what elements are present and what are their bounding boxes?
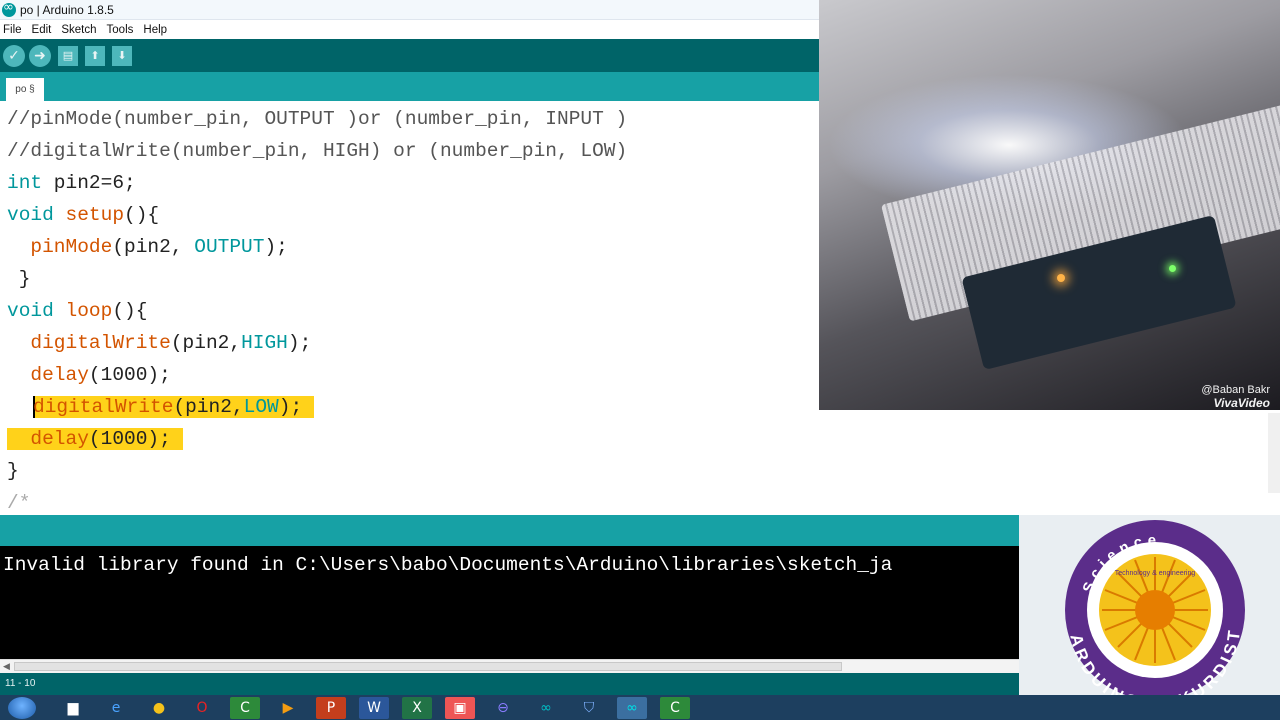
shield-icon[interactable]: ⛉ (574, 697, 604, 719)
editor-tab-strip: po § (0, 72, 820, 101)
editor-vertical-scrollbar[interactable] (1268, 413, 1280, 493)
watermark-app: VivaVideo (1213, 396, 1270, 410)
arrow-up-icon: ⬆ (90, 49, 100, 62)
code-line-9: delay(1000); (7, 360, 171, 390)
video-overlay: @Baban Bakr VivaVideo (819, 0, 1280, 410)
code-line-12: } (7, 460, 19, 482)
function-name: loop (65, 300, 113, 322)
code-text: (pin2, (112, 236, 195, 258)
file-icon: ▤ (62, 49, 74, 62)
check-icon: ✓ (8, 47, 20, 64)
arrow-right-icon: ➜ (34, 47, 46, 64)
cursor-position: 11 - 10 (5, 678, 36, 689)
function-name: digitalWrite (30, 332, 171, 354)
code-text: pin2=6; (42, 172, 136, 194)
code-text: (pin2, (173, 396, 244, 418)
scroll-left-icon[interactable]: ◀ (3, 661, 10, 672)
code-line-2: //digitalWrite(number_pin, HIGH) or (num… (7, 140, 628, 162)
code-text: (1000); (88, 428, 171, 450)
camtasia-recorder-icon[interactable]: C (660, 696, 690, 719)
internet-explorer-icon[interactable]: e (101, 697, 131, 719)
menu-file[interactable]: File (3, 24, 22, 36)
code-text: (){ (124, 204, 160, 226)
function-name: delay (30, 364, 89, 386)
function-name: pinMode (30, 236, 113, 258)
word-icon[interactable]: W (359, 696, 389, 719)
arrow-down-icon: ⬇ (117, 49, 127, 62)
code-text: (){ (112, 300, 148, 322)
window-titlebar: po | Arduino 1.8.5 (0, 0, 820, 20)
selection-highlight: delay(1000); (7, 428, 183, 450)
keyword: void (7, 204, 54, 226)
code-line-8: digitalWrite(pin2,HIGH); (7, 328, 311, 358)
keyword: int (7, 172, 43, 194)
open-sketch-button[interactable]: ⬆ (85, 45, 105, 66)
code-line-7: void loop(){ (7, 296, 147, 326)
led-green (1169, 265, 1176, 272)
console-output: Invalid library found in C:\Users\babo\D… (0, 546, 1019, 659)
code-line-13: /* (7, 492, 31, 514)
code-line-1: //pinMode(number_pin, OUTPUT )or (number… (7, 108, 628, 130)
console-header (0, 515, 1019, 546)
selection-highlight: digitalWrite(pin2,LOW); (33, 395, 314, 418)
media-player-icon[interactable]: ▶ (273, 697, 303, 719)
arduino-active-icon[interactable]: ∞ (617, 696, 647, 719)
code-text: ); (264, 236, 288, 258)
tab-po[interactable]: po § (6, 78, 44, 101)
window-title: po | Arduino 1.8.5 (20, 2, 114, 17)
logo-ring-text: Technology & engineering (1115, 570, 1196, 577)
eclipse-icon[interactable]: ⊖ (488, 697, 518, 719)
app-icon[interactable]: ▣ (445, 696, 475, 719)
console-message: Invalid library found in C:\Users\babo\D… (3, 554, 893, 576)
camtasia-icon[interactable]: C (230, 696, 260, 719)
code-line-10-selected: digitalWrite(pin2,LOW); (33, 392, 314, 422)
constant: LOW (243, 396, 279, 418)
arduino-in-kurdistan-logo: Science ARDUINO IN KURDISTAN Technology … (1035, 515, 1245, 695)
file-explorer-icon[interactable]: ▆ (58, 697, 88, 719)
excel-icon[interactable]: X (402, 696, 432, 719)
code-line-4: void setup(){ (7, 200, 159, 230)
menu-tools[interactable]: Tools (107, 24, 134, 36)
menu-edit[interactable]: Edit (32, 24, 52, 36)
save-sketch-button[interactable]: ⬇ (112, 45, 132, 66)
led-orange (1057, 274, 1065, 282)
chrome-icon[interactable]: ● (144, 697, 174, 719)
code-line-6: } (7, 268, 31, 290)
menu-sketch[interactable]: Sketch (61, 24, 96, 36)
watermark-author: @Baban Bakr (1201, 384, 1270, 396)
menu-help[interactable]: Help (143, 24, 167, 36)
function-name: delay (30, 428, 89, 450)
start-button[interactable] (8, 696, 36, 719)
arduino-app-icon (2, 0, 16, 17)
powerpoint-icon[interactable]: P (316, 696, 346, 719)
constant: HIGH (241, 332, 288, 354)
function-name: setup (65, 204, 125, 226)
code-line-5: pinMode(pin2, OUTPUT); (7, 232, 288, 262)
keyword: void (7, 300, 54, 322)
arduino-taskbar-icon[interactable]: ∞ (531, 697, 561, 719)
code-text: ); (278, 396, 303, 418)
channel-logo-area: Science ARDUINO IN KURDISTAN Technology … (1019, 515, 1280, 695)
windows-taskbar: ▆ e ● O C ▶ P W X ▣ ⊖ ∞ ⛉ ∞ C (0, 695, 1280, 720)
new-sketch-button[interactable]: ▤ (58, 45, 78, 66)
upload-button[interactable]: ➜ (29, 44, 51, 67)
code-line-3: int pin2=6; (7, 168, 136, 198)
code-line-11-selected: delay(1000); (7, 424, 183, 454)
constant: OUTPUT (194, 236, 265, 258)
toolbar: ✓ ➜ ▤ ⬆ ⬇ (0, 39, 820, 72)
function-name: digitalWrite (33, 396, 174, 418)
scrollbar-thumb[interactable] (14, 662, 842, 671)
opera-icon[interactable]: O (187, 697, 217, 719)
menu-bar: File Edit Sketch Tools Help (0, 20, 820, 39)
code-text: ); (287, 332, 312, 354)
code-text: (1000); (88, 364, 171, 386)
verify-button[interactable]: ✓ (3, 44, 25, 67)
status-bar: 11 - 10 (0, 673, 1019, 695)
code-text: (pin2, (170, 332, 242, 354)
console-horizontal-scrollbar[interactable]: ◀ (0, 659, 1019, 673)
